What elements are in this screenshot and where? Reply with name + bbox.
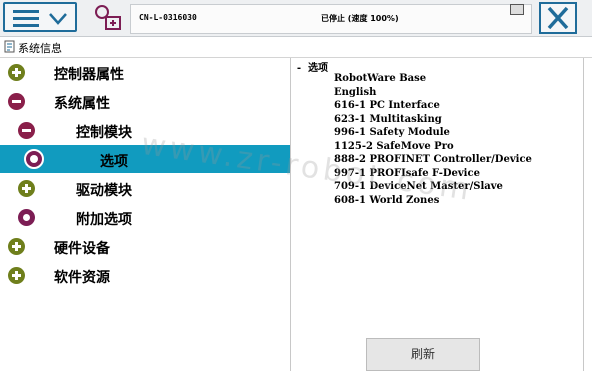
options-panel: - 选项 RobotWare Base English 616-1 PC Int…	[292, 58, 582, 371]
hamburger-icon	[13, 10, 39, 27]
list-item: 996-1 Safety Module	[334, 127, 450, 138]
tree-item-hardware-devices[interactable]: 硬件设备	[0, 232, 290, 260]
list-item: 709-1 DeviceNet Master/Slave	[334, 181, 503, 192]
list-item: 608-1 World Zones	[334, 194, 440, 206]
collapse-icon[interactable]	[8, 93, 25, 110]
close-button[interactable]	[539, 2, 577, 34]
collapse-icon[interactable]	[18, 122, 35, 139]
panel-divider	[583, 58, 584, 371]
list-item: 888-2 PROFINET Controller/Device	[334, 154, 532, 165]
system-info-icon	[4, 40, 15, 53]
expand-icon[interactable]	[18, 180, 35, 197]
list-item: RobotWare Base	[334, 73, 427, 84]
list-item: 1125-2 SafeMove Pro	[334, 140, 454, 152]
tree-item-control-module[interactable]: 控制模块	[0, 116, 290, 144]
tree-item-software-resources[interactable]: 软件资源	[0, 261, 290, 289]
refresh-button[interactable]: 刷新	[366, 338, 480, 371]
leaf-dot-icon	[24, 149, 44, 169]
expand-icon[interactable]	[8, 238, 25, 255]
title-row: 系统信息	[0, 37, 592, 58]
list-item: 997-1 PROFIsafe F-Device	[334, 167, 480, 179]
expand-icon[interactable]	[8, 64, 25, 81]
tree-item-options[interactable]: 选项	[0, 145, 290, 173]
controller-state: 已停止 (速度 100%)	[321, 14, 399, 23]
close-icon	[547, 6, 569, 30]
leaf-dot-icon	[18, 209, 35, 226]
window-icon	[510, 4, 524, 15]
page-title: 系统信息	[18, 42, 62, 55]
system-tree: 控制器属性 系统属性 控制模块 选项 驱动模块 附加选项 硬件设备 软件资源	[0, 58, 291, 371]
controller-status-panel[interactable]: CN-L-0316030 已停止 (速度 100%)	[130, 4, 532, 34]
tree-item-additional-options[interactable]: 附加选项	[0, 203, 290, 231]
tree-item-label: 附加选项	[76, 212, 132, 228]
main-menu-button[interactable]	[3, 2, 77, 32]
tree-item-label: 选项	[100, 154, 128, 170]
tree-item-label: 控制模块	[76, 125, 132, 141]
tree-item-controller-properties[interactable]: 控制器属性	[0, 58, 290, 86]
list-item: 616-1 PC Interface	[334, 100, 440, 111]
tree-item-label: 软件资源	[54, 270, 110, 286]
tree-item-drive-module[interactable]: 驱动模块	[0, 174, 290, 202]
controller-name: CN-L-0316030	[139, 13, 197, 22]
robot-status-icon[interactable]	[90, 3, 124, 33]
tree-item-label: 系统属性	[54, 96, 110, 112]
tree-item-label: 控制器属性	[54, 67, 124, 83]
tree-item-system-properties[interactable]: 系统属性	[0, 87, 290, 115]
tree-item-label: 驱动模块	[76, 183, 132, 199]
chevron-down-icon	[49, 13, 67, 25]
options-header: - 选项	[296, 63, 329, 74]
expand-icon[interactable]	[8, 267, 25, 284]
list-item: 623-1 Multitasking	[334, 113, 442, 125]
tree-item-label: 硬件设备	[54, 241, 110, 257]
top-bar: CN-L-0316030 已停止 (速度 100%)	[0, 0, 592, 37]
list-item: English	[334, 86, 377, 98]
options-list: RobotWare Base English 616-1 PC Interfac…	[334, 72, 532, 207]
